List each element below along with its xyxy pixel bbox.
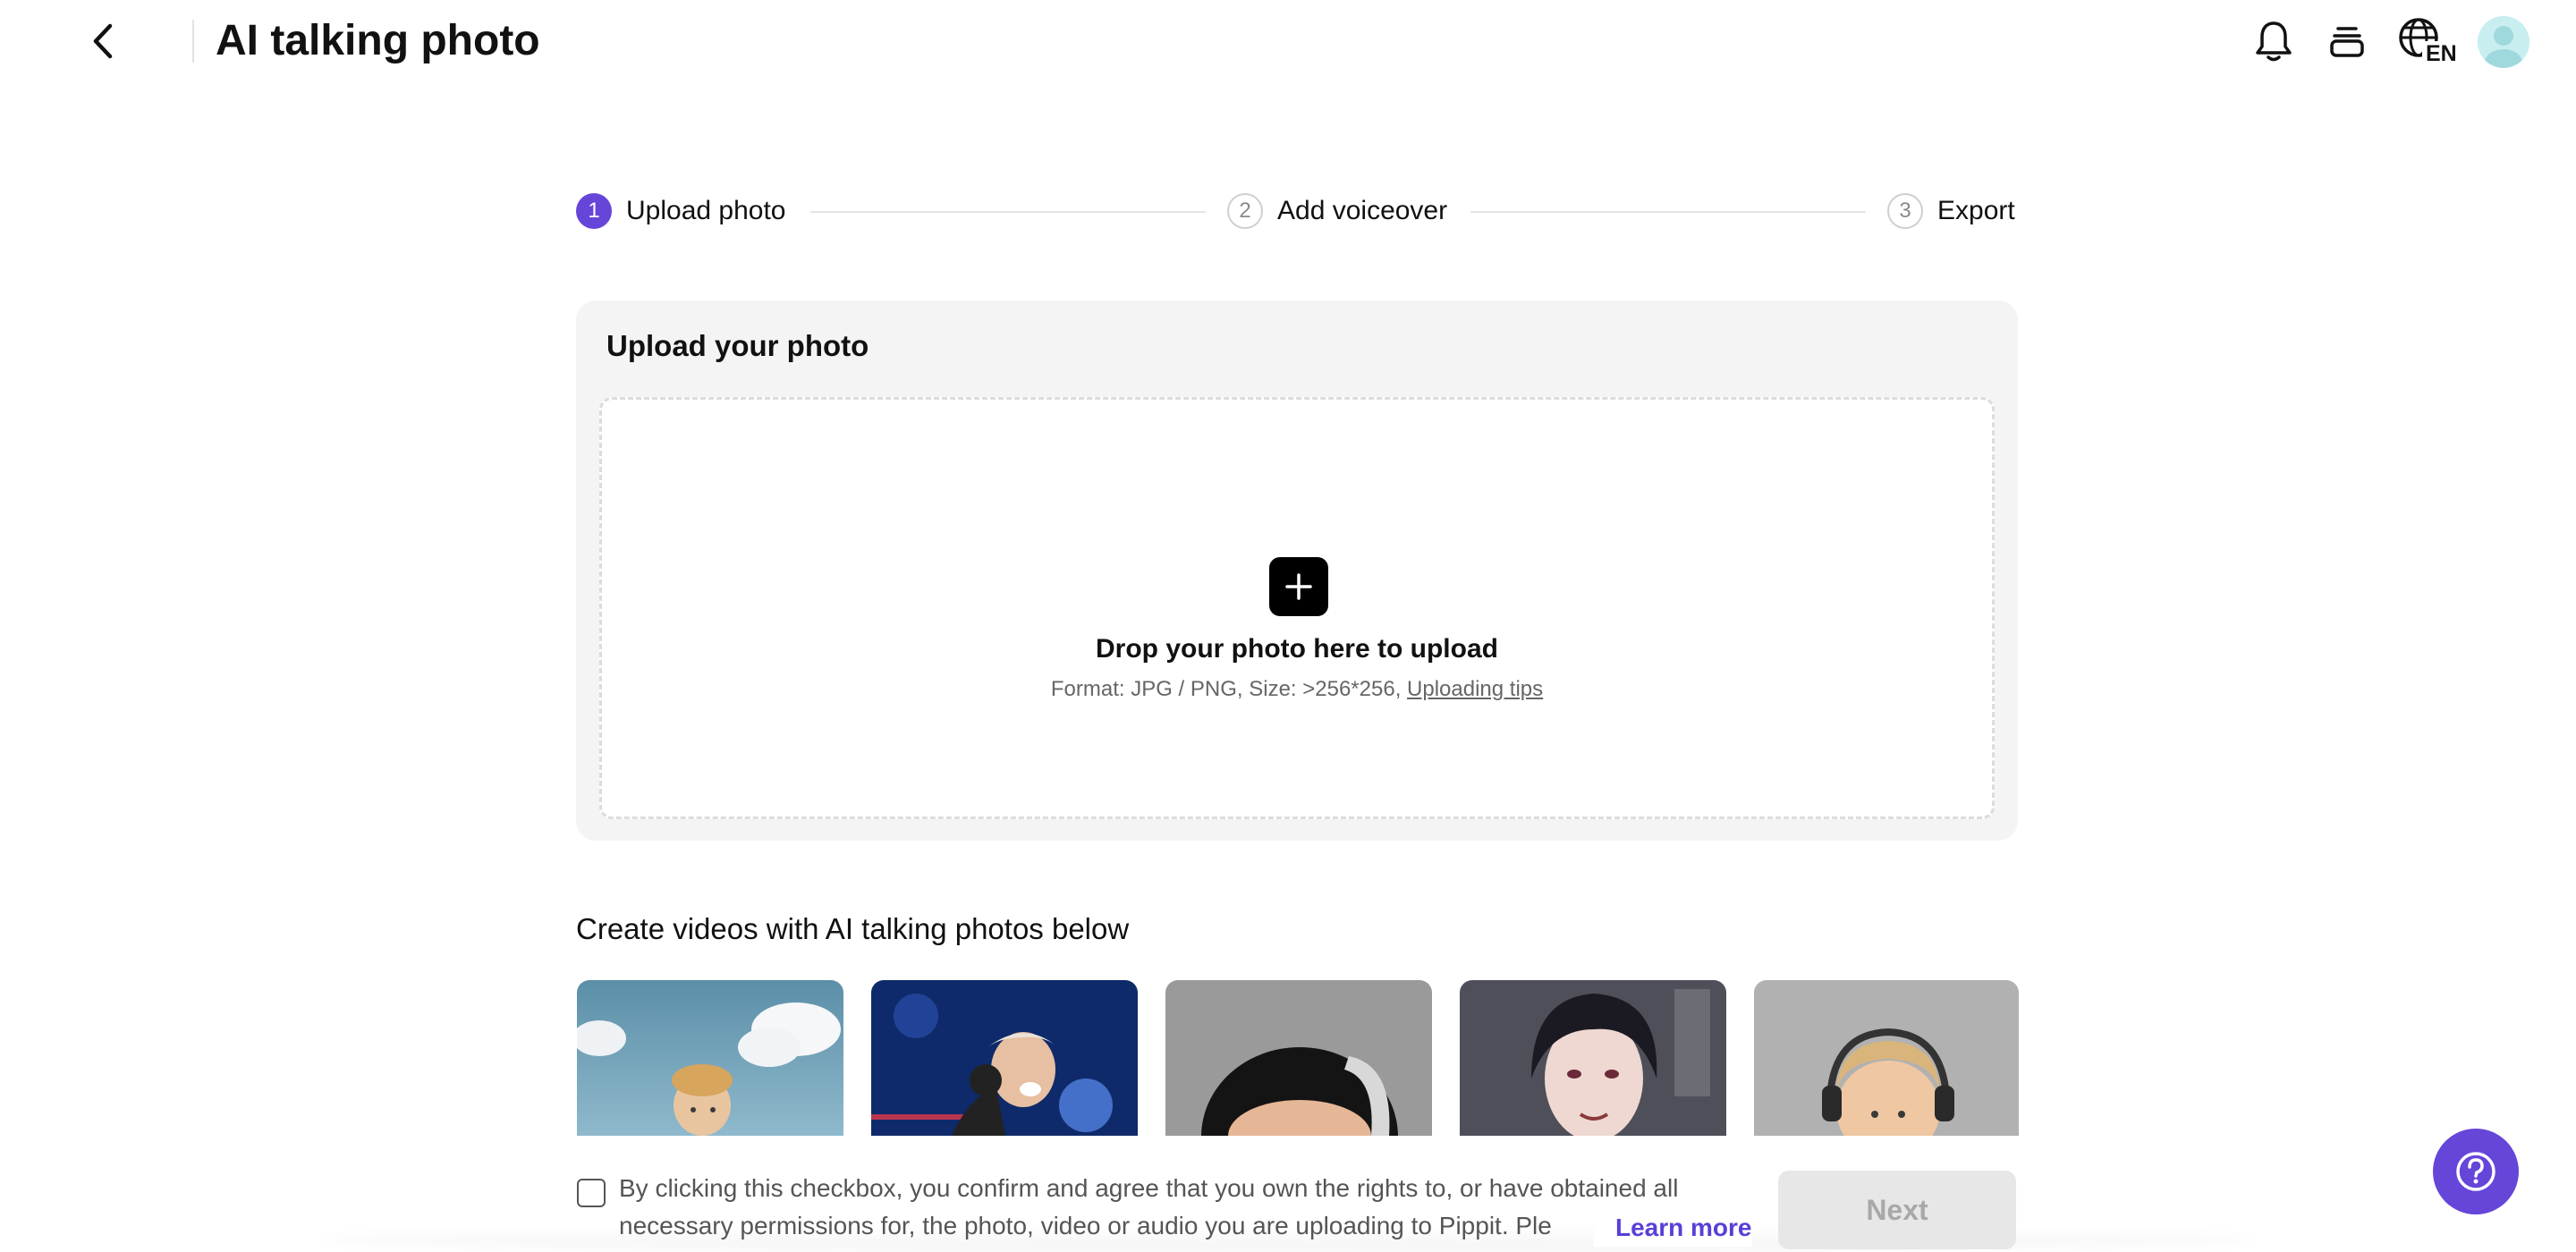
- step-number: 2: [1227, 193, 1263, 229]
- consent-text: By clicking this checkbox, you confirm a…: [619, 1174, 1679, 1239]
- plus-icon: [1285, 573, 1312, 600]
- back-arrow-icon: [93, 23, 113, 59]
- sample-photo-baby-clouds[interactable]: [577, 980, 843, 1136]
- step-number: 1: [576, 193, 612, 229]
- help-icon: [2456, 1152, 2496, 1191]
- avatar: [2478, 16, 2529, 68]
- sample-photo-anime-character[interactable]: [1460, 980, 1726, 1136]
- step-upload-photo[interactable]: 1 Upload photo: [576, 190, 785, 233]
- step-label: Export: [1937, 196, 2015, 225]
- page: AI talking photo EN 1 Upload photo 2 Add…: [0, 0, 2576, 1252]
- step-number: 3: [1887, 193, 1923, 229]
- top-header: AI talking photo EN: [0, 0, 2576, 86]
- credits-button[interactable]: [2322, 16, 2372, 66]
- help-button[interactable]: [2433, 1129, 2519, 1214]
- notifications-button[interactable]: [2249, 16, 2299, 66]
- step-export[interactable]: 3 Export: [1887, 190, 2015, 233]
- step-connector: [810, 211, 1206, 213]
- step-label: Upload photo: [626, 196, 786, 225]
- format-info: Format: JPG / PNG, Size: >256*256, Uploa…: [602, 677, 1992, 702]
- upload-card: Upload your photo Drop your photo here t…: [576, 300, 2018, 841]
- upload-title: Upload your photo: [606, 329, 869, 362]
- gallery-title: Create videos with AI talking photos bel…: [576, 912, 1130, 945]
- next-button[interactable]: Next: [1778, 1171, 2016, 1249]
- page-title: AI talking photo: [216, 17, 540, 64]
- drop-instruction: Drop your photo here to upload: [1096, 634, 1498, 664]
- step-label: Add voiceover: [1277, 196, 1448, 225]
- back-button[interactable]: [80, 20, 123, 63]
- format-text: Format: JPG / PNG, Size: >256*256,: [1050, 677, 1408, 701]
- credits-icon: [2330, 27, 2364, 57]
- step-add-voiceover[interactable]: 2 Add voiceover: [1227, 190, 1447, 233]
- header-divider: [192, 20, 194, 63]
- sample-photo-gallery: [577, 980, 2019, 1136]
- avatar-button[interactable]: [2477, 15, 2530, 69]
- step-connector: [1470, 211, 1866, 213]
- uploading-tips-link[interactable]: Uploading tips: [1407, 677, 1543, 701]
- sample-photo-child-headphones[interactable]: [1165, 980, 1432, 1136]
- sample-photo-dj[interactable]: [871, 980, 1138, 1136]
- learn-more-link[interactable]: Learn more: [1594, 1209, 1752, 1247]
- progress-stepper: 1 Upload photo 2 Add voiceover 3 Export: [576, 190, 2018, 233]
- photo-dropzone[interactable]: Drop your photo here to upload Format: J…: [599, 397, 1995, 819]
- bell-icon: [2256, 21, 2292, 62]
- consent-checkbox[interactable]: [577, 1179, 606, 1207]
- language-button[interactable]: EN: [2395, 16, 2457, 66]
- sample-photo-toddler-headphones[interactable]: [1754, 980, 2019, 1136]
- language-code: EN: [2426, 41, 2457, 66]
- add-photo-button[interactable]: [1269, 557, 1328, 616]
